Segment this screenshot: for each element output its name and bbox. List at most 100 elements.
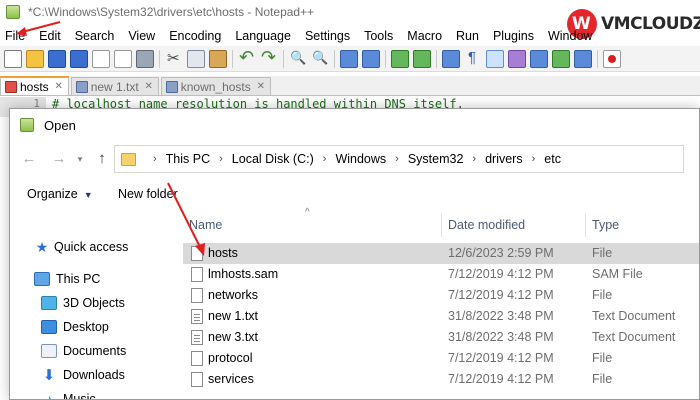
file-type: Text Document: [592, 309, 676, 323]
sync-scroll-horizontal-icon[interactable]: [413, 49, 431, 68]
new-file-icon[interactable]: [4, 49, 22, 68]
column-name[interactable]: Name: [189, 218, 222, 232]
back-arrow-icon[interactable]: ←: [18, 147, 40, 171]
column-date-modified[interactable]: Date modified: [448, 218, 525, 232]
open-file-icon[interactable]: [26, 49, 44, 68]
file-row-new-1[interactable]: new 1.txt 31/8/2022 3:48 PM Text Documen…: [183, 306, 699, 327]
column-divider[interactable]: [441, 213, 442, 237]
tab-new-1[interactable]: new 1.txt ✕: [70, 77, 159, 95]
organize-button[interactable]: Organize ▼: [27, 187, 93, 201]
toolbar: [0, 46, 700, 72]
file-type: Text Document: [592, 330, 676, 344]
tab-known-hosts[interactable]: known_hosts ✕: [160, 77, 271, 95]
save-all-icon[interactable]: [70, 49, 88, 68]
nav-documents[interactable]: Documents: [41, 341, 126, 361]
replace-icon[interactable]: [311, 50, 329, 68]
document-map-icon[interactable]: [530, 49, 548, 68]
undo-icon[interactable]: [238, 47, 256, 68]
zoom-out-icon[interactable]: [362, 49, 380, 68]
breadcrumb-chevron-icon[interactable]: ›: [395, 153, 399, 165]
column-divider[interactable]: [585, 213, 586, 237]
file-name: services: [208, 372, 254, 386]
menu-language[interactable]: Language: [229, 29, 299, 43]
file-row-new-3[interactable]: new 3.txt 31/8/2022 3:48 PM Text Documen…: [183, 327, 699, 348]
breadcrumb-chevron-icon[interactable]: ›: [532, 153, 536, 165]
toolbar-separator: [436, 49, 437, 68]
desktop-icon: [41, 320, 57, 334]
breadcrumb-chevron-icon[interactable]: ›: [323, 153, 327, 165]
menu-search[interactable]: Search: [69, 29, 123, 43]
zoom-in-icon[interactable]: [340, 49, 358, 68]
recent-locations-chevron-icon[interactable]: ▾: [69, 147, 91, 171]
close-tab-icon[interactable]: ✕: [54, 81, 64, 92]
up-arrow-icon[interactable]: ↑: [91, 147, 113, 171]
function-list-icon[interactable]: [552, 49, 570, 68]
toolbar-separator: [597, 49, 598, 68]
menu-window[interactable]: Window: [542, 29, 600, 43]
find-icon[interactable]: [289, 50, 307, 68]
close-tab-icon[interactable]: ✕: [256, 81, 266, 92]
breadcrumb-chevron-icon[interactable]: ›: [153, 153, 157, 165]
file-row-services[interactable]: services 7/12/2019 4:12 PM File: [183, 369, 699, 390]
file-name: networks: [208, 288, 259, 302]
word-wrap-icon[interactable]: [442, 49, 460, 68]
copy-icon[interactable]: [187, 49, 205, 68]
breadcrumb-etc[interactable]: etc: [544, 152, 561, 166]
record-macro-icon[interactable]: [603, 49, 621, 68]
file-row-lmhosts[interactable]: lmhosts.sam 7/12/2019 4:12 PM SAM File: [183, 264, 699, 285]
nav-3d-objects[interactable]: 3D Objects: [41, 293, 125, 313]
file-date: 7/12/2019 4:12 PM: [448, 372, 554, 386]
cut-icon[interactable]: [165, 49, 183, 68]
window-title: *C:\Windows\System32\drivers\etc\hosts -…: [28, 5, 315, 19]
save-icon[interactable]: [48, 49, 66, 68]
indent-guide-icon[interactable]: [486, 49, 504, 68]
breadcrumb-local-disk[interactable]: Local Disk (C:): [232, 152, 314, 166]
breadcrumb-drivers[interactable]: drivers: [485, 152, 523, 166]
menu-tools[interactable]: Tools: [358, 29, 401, 43]
file-type: File: [592, 246, 613, 260]
menu-edit[interactable]: Edit: [33, 29, 69, 43]
close-all-icon[interactable]: [114, 49, 132, 68]
redo-icon[interactable]: [260, 47, 278, 68]
print-icon[interactable]: [136, 49, 154, 68]
star-icon: ★: [35, 238, 49, 255]
language-udf-icon[interactable]: [508, 49, 526, 68]
close-file-icon[interactable]: [92, 49, 110, 68]
menu-macro[interactable]: Macro: [401, 29, 450, 43]
menu-plugins[interactable]: Plugins: [487, 29, 542, 43]
column-type[interactable]: Type: [592, 218, 619, 232]
menu-settings[interactable]: Settings: [299, 29, 358, 43]
menu-encoding[interactable]: Encoding: [163, 29, 229, 43]
breadcrumb-windows[interactable]: Windows: [335, 152, 386, 166]
nav-quick-access[interactable]: ★ Quick access: [34, 237, 129, 257]
paste-icon[interactable]: [209, 49, 227, 68]
nav-desktop[interactable]: Desktop: [41, 317, 109, 337]
file-name: new 3.txt: [208, 330, 259, 344]
file-type: File: [592, 351, 613, 365]
file-icon: [191, 372, 203, 387]
file-type: File: [592, 288, 613, 302]
breadcrumb-system32[interactable]: System32: [408, 152, 464, 166]
file-date: 31/8/2022 3:48 PM: [448, 309, 554, 323]
nav-downloads[interactable]: ⬇ Downloads: [41, 365, 125, 385]
tab-hosts[interactable]: hosts ✕: [0, 76, 69, 95]
text-file-icon: [191, 309, 203, 324]
address-bar[interactable]: › This PC › Local Disk (C:) › Windows › …: [114, 145, 684, 173]
menu-view[interactable]: View: [122, 29, 163, 43]
breadcrumb-chevron-icon[interactable]: ›: [219, 153, 223, 165]
file-row-protocol[interactable]: protocol 7/12/2019 4:12 PM File: [183, 348, 699, 369]
file-row-hosts[interactable]: hosts 12/6/2023 2:59 PM File: [183, 243, 699, 264]
nav-this-pc[interactable]: This PC: [34, 269, 100, 289]
forward-arrow-icon[interactable]: →: [48, 147, 70, 171]
new-folder-button[interactable]: New folder: [118, 187, 178, 201]
menu-file[interactable]: File: [0, 29, 33, 43]
folder-as-workspace-icon[interactable]: [574, 49, 592, 68]
file-row-networks[interactable]: networks 7/12/2019 4:12 PM File: [183, 285, 699, 306]
sync-scroll-vertical-icon[interactable]: [391, 49, 409, 68]
show-all-characters-icon[interactable]: [464, 49, 482, 68]
menu-run[interactable]: Run: [450, 29, 487, 43]
breadcrumb-this-pc[interactable]: This PC: [166, 152, 210, 166]
close-tab-icon[interactable]: ✕: [144, 81, 154, 92]
nav-music[interactable]: ♪ Music: [41, 389, 96, 399]
breadcrumb-chevron-icon[interactable]: ›: [472, 153, 476, 165]
